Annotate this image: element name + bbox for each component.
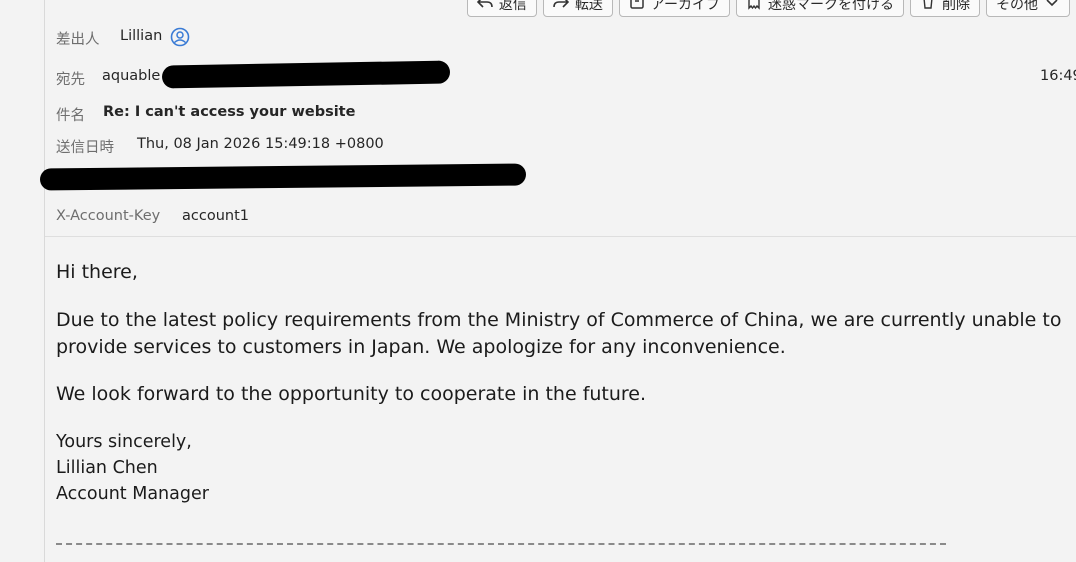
more-label: その他 — [996, 0, 1038, 13]
account-key-value: account1 — [182, 208, 249, 224]
quote-separator — [56, 543, 946, 545]
reply-button[interactable]: 返信 — [466, 0, 537, 17]
trash-icon — [920, 0, 936, 14]
contact-icon[interactable] — [170, 27, 190, 47]
left-border — [44, 0, 45, 562]
mark-junk-label: 迷惑マークを付ける — [768, 0, 894, 13]
greeting-text: Hi there, — [56, 261, 138, 283]
more-button[interactable]: その他 — [986, 0, 1070, 17]
signature-closing: Yours sincerely, — [56, 432, 192, 452]
account-key-label: X-Account-Key — [56, 208, 161, 224]
signature-title: Account Manager — [56, 484, 209, 504]
to-value[interactable]: aquable — [102, 68, 160, 84]
paragraph-1-line-1: Due to the latest policy requirements fr… — [56, 309, 1062, 331]
paragraph-2: We look forward to the opportunity to co… — [56, 383, 647, 405]
archive-label: アーカイブ — [650, 0, 720, 13]
to-label: 宛先 — [56, 72, 85, 88]
date-value: Thu, 08 Jan 2026 15:49:18 +0800 — [137, 136, 384, 152]
forward-label: 転送 — [574, 0, 603, 13]
message-toolbar: 返信 転送 アーカイブ 迷惑マークを付ける 削除 その他 — [466, 0, 1070, 17]
delete-button[interactable]: 削除 — [910, 0, 980, 17]
redaction-bar — [39, 163, 527, 191]
junk-icon — [746, 0, 762, 14]
archive-icon — [629, 0, 645, 14]
from-label: 差出人 — [56, 32, 100, 48]
message-time: 16:49 — [1040, 68, 1076, 84]
mark-junk-button[interactable]: 迷惑マークを付ける — [736, 0, 904, 17]
signature-name: Lillian Chen — [56, 458, 158, 478]
subject-value: Re: I can't access your website — [103, 104, 356, 120]
forward-button[interactable]: 転送 — [542, 0, 613, 17]
redaction-bar — [161, 60, 451, 89]
from-value[interactable]: Lillian — [120, 28, 162, 44]
header-divider — [45, 236, 1076, 237]
reply-label: 返信 — [498, 0, 527, 13]
paragraph-1-line-2: provide services to customers in Japan. … — [56, 336, 786, 358]
date-label: 送信日時 — [56, 140, 114, 156]
chevron-down-icon — [1044, 0, 1060, 14]
reply-icon — [476, 0, 493, 14]
subject-label: 件名 — [56, 108, 85, 124]
forward-icon — [553, 0, 569, 14]
archive-button[interactable]: アーカイブ — [618, 0, 730, 17]
delete-label: 削除 — [942, 0, 970, 13]
